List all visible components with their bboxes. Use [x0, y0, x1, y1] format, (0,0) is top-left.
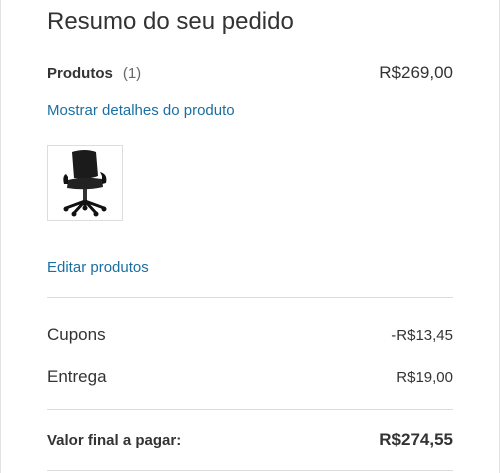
products-count: (1): [122, 65, 142, 82]
final-total-row: Valor final a pagar: R$274,55: [47, 430, 453, 450]
products-total: R$269,00: [379, 63, 453, 82]
divider: [47, 409, 453, 410]
product-thumbnail[interactable]: [47, 145, 123, 221]
order-summary-panel: Resumo do seu pedido Produtos (1) R$269,0…: [0, 0, 500, 473]
products-label: Produtos: [47, 65, 113, 82]
final-total-value: R$274,55: [379, 430, 453, 449]
delivery-label: Entrega: [47, 367, 107, 386]
products-row: Produtos (1) R$269,00: [47, 63, 453, 83]
edit-products-link[interactable]: Editar produtos: [47, 259, 149, 276]
order-summary-content: Resumo do seu pedido Produtos (1) R$269,0…: [47, 0, 453, 473]
products-heading: Produtos (1): [47, 65, 141, 83]
show-product-details-link[interactable]: Mostrar detalhes do produto: [47, 102, 235, 119]
delivery-row: Entrega R$19,00: [47, 367, 453, 387]
office-chair-icon: [63, 150, 107, 217]
order-summary-title: Resumo do seu pedido: [47, 8, 294, 35]
coupons-value: -R$13,45: [391, 327, 453, 344]
coupons-label: Cupons: [47, 325, 106, 344]
delivery-value: R$19,00: [396, 369, 453, 386]
divider: [47, 470, 453, 471]
divider: [47, 297, 453, 298]
final-total-label: Valor final a pagar:: [47, 432, 182, 449]
coupons-row: Cupons -R$13,45: [47, 325, 453, 345]
